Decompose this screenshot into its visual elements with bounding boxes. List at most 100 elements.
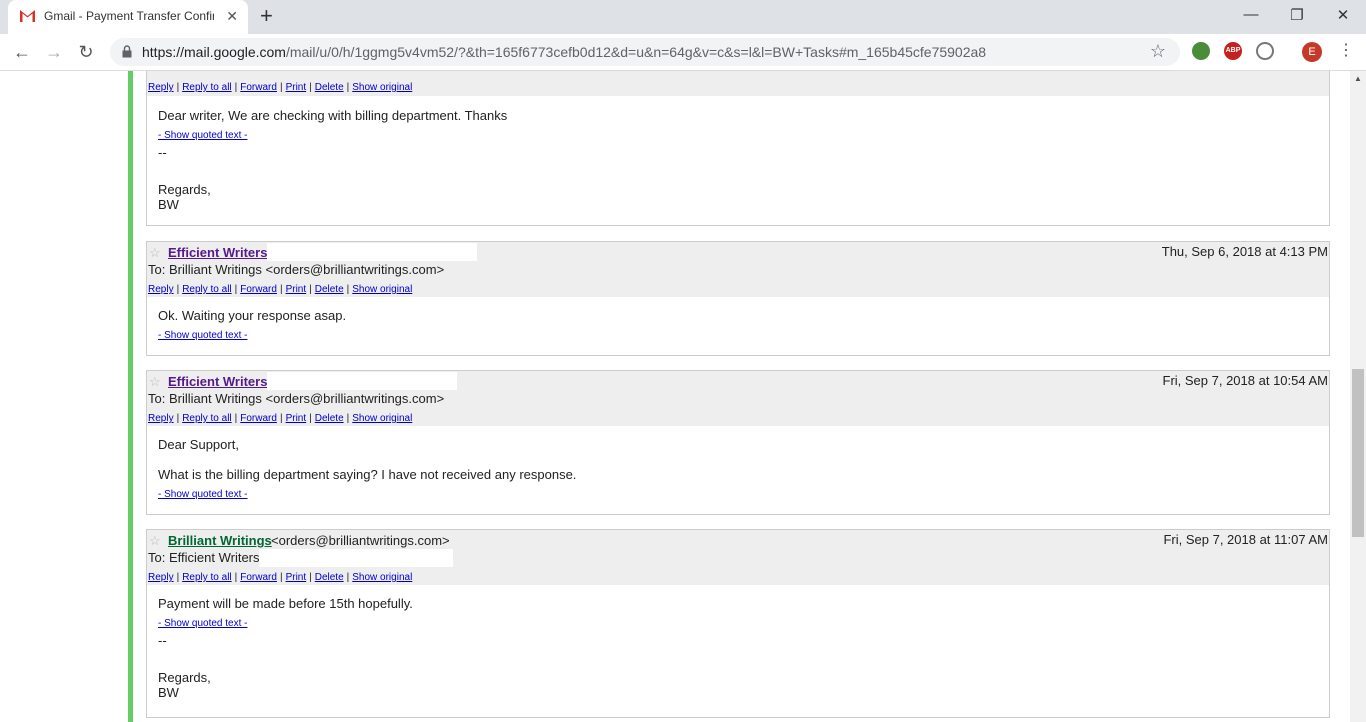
sender-name[interactable]: Efficient Writers xyxy=(168,245,267,260)
show-quoted-link[interactable]: - Show quoted text - xyxy=(158,130,248,141)
show-original-link[interactable]: Show original xyxy=(352,82,412,93)
separator: | xyxy=(309,413,312,424)
scrollbar-thumb[interactable] xyxy=(1352,369,1364,537)
separator: | xyxy=(309,284,312,295)
message-card: Reply | Reply to all | Forward | Print | Delete |… xyxy=(146,71,1330,226)
reply-link[interactable]: Reply xyxy=(148,284,174,295)
reply-all-link[interactable]: Reply to all xyxy=(182,413,231,424)
url-path: /mail/u/0/h/1ggmg5v4vm52/?&th=165f6773ce… xyxy=(285,44,987,60)
star-icon[interactable]: ☆ xyxy=(149,374,161,390)
forward-link[interactable]: Forward xyxy=(240,572,277,583)
print-link[interactable]: Print xyxy=(286,572,307,583)
print-link[interactable]: Print xyxy=(286,82,307,93)
recipient-line: To: Brilliant Writings <orders@brilliant… xyxy=(148,391,445,406)
address-bar[interactable]: https://mail.google.com/mail/u/0/h/1ggmg… xyxy=(110,38,1180,66)
message-date: Thu, Sep 6, 2018 at 4:13 PM xyxy=(1161,244,1328,259)
separator: | xyxy=(346,572,350,583)
sender-name[interactable]: Brilliant Writings xyxy=(168,533,272,548)
reload-icon[interactable]: ↻ xyxy=(74,40,98,64)
separator: | xyxy=(176,284,180,295)
star-icon[interactable]: ☆ xyxy=(149,245,161,261)
back-icon[interactable]: ← xyxy=(10,40,34,64)
show-original-link[interactable]: Show original xyxy=(352,413,412,424)
star-icon[interactable]: ☆ xyxy=(149,533,161,549)
forward-link[interactable]: Forward xyxy=(240,284,277,295)
separator: | xyxy=(346,284,350,295)
reply-link[interactable]: Reply xyxy=(148,572,174,583)
sender-email: <orders@brilliantwritings.com> xyxy=(271,533,450,548)
message-body: Payment will be made before 15th hopeful… xyxy=(147,596,1329,700)
reply-link[interactable]: Reply xyxy=(148,82,174,93)
url-text: https://mail.google.com/mail/u/0/h/1ggmg… xyxy=(142,44,986,60)
forward-link[interactable]: Forward xyxy=(240,413,277,424)
reply-all-link[interactable]: Reply to all xyxy=(182,284,231,295)
show-quoted-link[interactable]: - Show quoted text - xyxy=(158,330,248,341)
reply-all-link[interactable]: Reply to all xyxy=(182,82,231,93)
signature-name: BW xyxy=(158,197,179,212)
adblock-icon[interactable]: ABP xyxy=(1224,42,1242,60)
show-quoted-link[interactable]: - Show quoted text - xyxy=(158,489,248,500)
signature-dash: -- xyxy=(158,145,167,160)
delete-link[interactable]: Delete xyxy=(315,572,344,583)
reply-link[interactable]: Reply xyxy=(148,413,174,424)
delete-link[interactable]: Delete xyxy=(315,82,344,93)
forward-link[interactable]: Forward xyxy=(240,82,277,93)
gmail-icon xyxy=(20,10,35,22)
print-link[interactable]: Print xyxy=(286,284,307,295)
message-actions: Reply | Reply to all | Forward | Print | Delete |… xyxy=(148,284,412,295)
recipient-line: To: Efficient Writers xyxy=(148,550,260,565)
window-close-icon[interactable]: ✕ xyxy=(1328,6,1358,24)
message-card: ☆ Efficient Writers Fri, Sep 7, 2018 at … xyxy=(146,370,1330,515)
separator: | xyxy=(279,572,283,583)
separator: | xyxy=(279,413,283,424)
separator: | xyxy=(279,82,283,93)
extension-cloud-icon[interactable] xyxy=(1256,42,1274,60)
profile-avatar[interactable]: E xyxy=(1302,42,1322,62)
bookmark-star-icon[interactable]: ☆ xyxy=(1150,41,1166,62)
forward-icon[interactable]: → xyxy=(42,40,66,64)
message-text: Dear writer, We are checking with billin… xyxy=(158,108,508,123)
message-text: Dear Support, xyxy=(158,437,239,452)
show-quoted-link[interactable]: - Show quoted text - xyxy=(158,618,248,629)
message-body: Dear Support, What is the billing depart… xyxy=(147,437,1329,500)
separator: | xyxy=(176,82,180,93)
separator: | xyxy=(309,82,312,93)
recipient-line: To: Brilliant Writings <orders@brilliant… xyxy=(148,262,445,277)
new-tab-button[interactable]: + xyxy=(260,4,273,28)
print-link[interactable]: Print xyxy=(286,413,307,424)
separator: | xyxy=(176,572,180,583)
show-original-link[interactable]: Show original xyxy=(352,572,412,583)
sender-name[interactable]: Efficient Writers xyxy=(168,374,267,389)
signature-name: BW xyxy=(158,685,179,700)
minimize-icon[interactable]: — xyxy=(1236,6,1266,23)
separator: | xyxy=(346,82,350,93)
vertical-scrollbar[interactable]: ▲ xyxy=(1350,71,1366,722)
kebab-menu-icon[interactable]: ⋮ xyxy=(1338,40,1354,60)
separator: | xyxy=(279,284,283,295)
message-text: Ok. Waiting your response asap. xyxy=(158,308,347,323)
message-actions: Reply | Reply to all | Forward | Print | Delete |… xyxy=(148,413,412,424)
tab-close-icon[interactable]: ✕ xyxy=(226,8,238,25)
extension-globe-icon[interactable] xyxy=(1192,42,1210,60)
browser-tab[interactable]: Gmail - Payment Transfer Confirm ✕ xyxy=(8,0,248,34)
message-card: ☆ Efficient Writers Thu, Sep 6, 2018 at … xyxy=(146,241,1330,356)
restore-icon[interactable]: ❐ xyxy=(1282,6,1312,24)
signature-regards: Regards, xyxy=(158,670,211,685)
message-body: Dear writer, We are checking with billin… xyxy=(147,108,1329,212)
browser-toolbar: ← → ↻ https://mail.google.com/mail/u/0/h… xyxy=(0,34,1366,71)
message-actions: Reply | Reply to all | Forward | Print | Delete |… xyxy=(148,572,412,583)
delete-link[interactable]: Delete xyxy=(315,413,344,424)
message-date: Fri, Sep 7, 2018 at 11:07 AM xyxy=(1163,532,1328,547)
separator: | xyxy=(346,413,350,424)
signature-dash: -- xyxy=(158,633,167,648)
lock-icon xyxy=(122,45,132,58)
url-host: https://mail.google.com xyxy=(142,44,286,60)
redacted-area xyxy=(267,243,477,261)
reply-all-link[interactable]: Reply to all xyxy=(182,572,231,583)
message-header: ☆ Brilliant Writings <orders@brilliantwr… xyxy=(147,530,1329,585)
scroll-up-arrow-icon[interactable]: ▲ xyxy=(1354,74,1362,83)
delete-link[interactable]: Delete xyxy=(315,284,344,295)
show-original-link[interactable]: Show original xyxy=(352,284,412,295)
redacted-area xyxy=(267,372,457,390)
message-text: What is the billing department saying? I… xyxy=(158,467,577,482)
